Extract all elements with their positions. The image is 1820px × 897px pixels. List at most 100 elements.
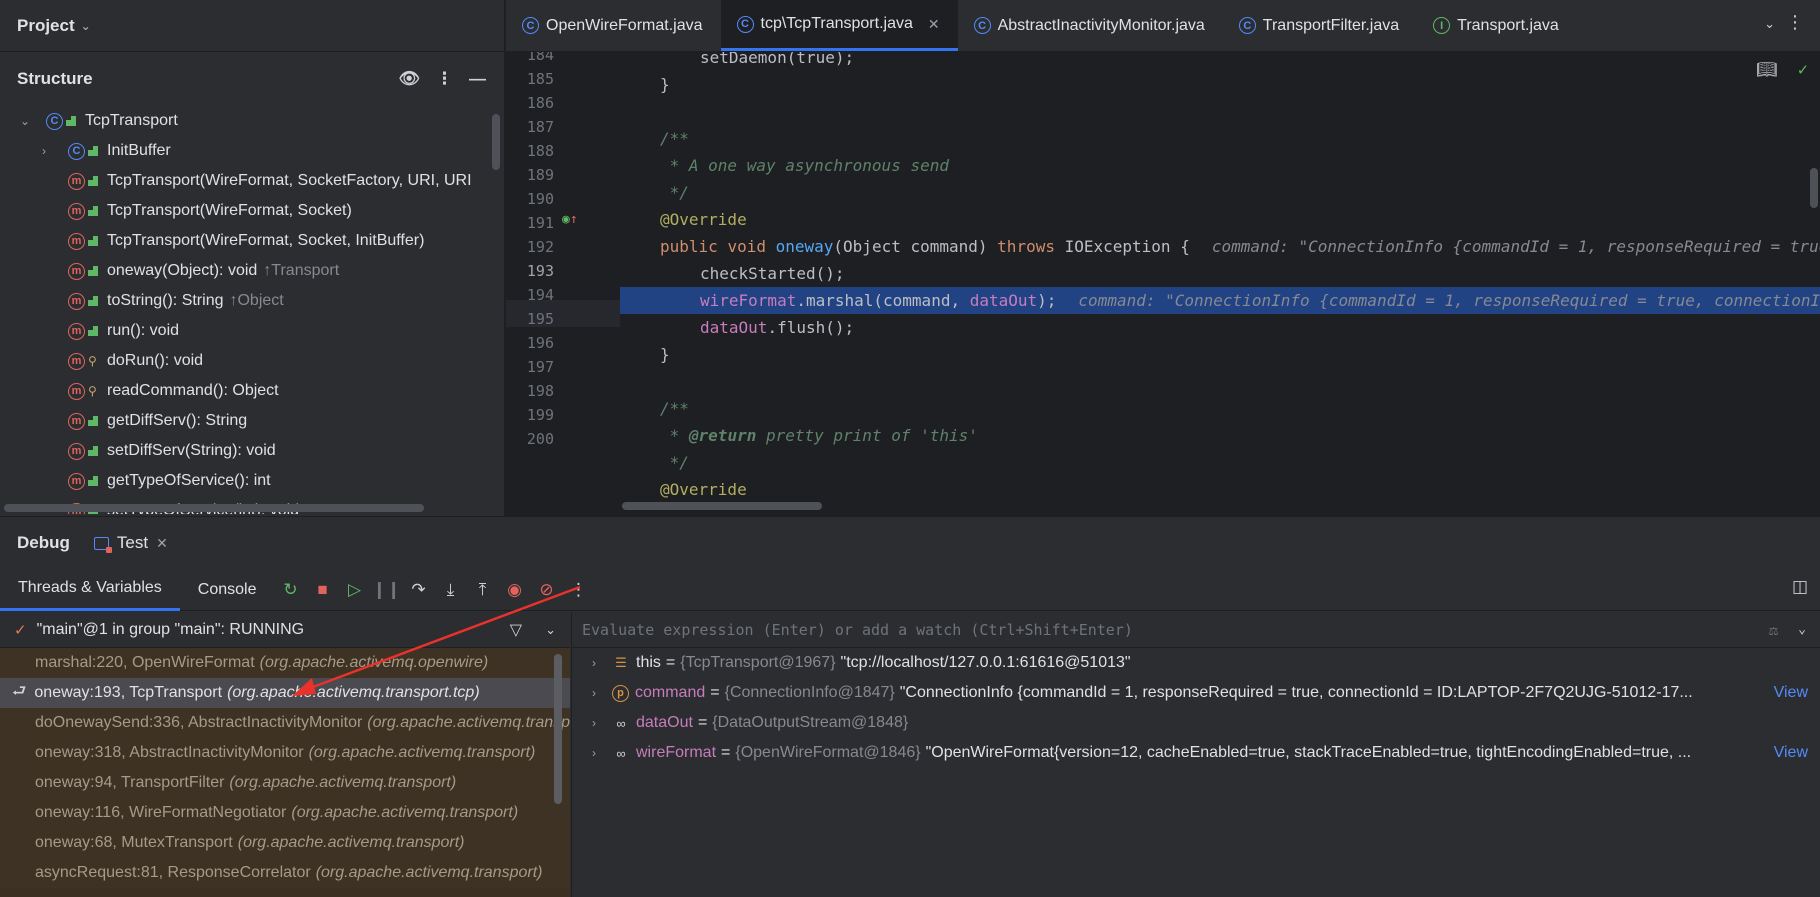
tree-item-method[interactable]: m TcpTransport(WireFormat, SocketFactory… bbox=[0, 166, 504, 196]
left-tool-pane: Project ⌄ Structure 👁︎ ⋮ — ⌄ C TcpTransp… bbox=[0, 0, 505, 516]
view-link[interactable]: View bbox=[1769, 744, 1808, 762]
variable-row[interactable]: › p command = {ConnectionInfo@1847} "Con… bbox=[572, 678, 1820, 708]
tab-tcptransport[interactable]: C tcp\TcpTransport.java ✕ bbox=[720, 0, 958, 51]
vertical-scrollbar[interactable] bbox=[492, 114, 500, 170]
tree-item-method[interactable]: m ⚲ doRun(): void bbox=[0, 346, 504, 376]
chevron-down-icon[interactable]: ⌄ bbox=[20, 114, 34, 128]
public-icon bbox=[88, 266, 98, 276]
more-vertical-icon[interactable]: ⋮ bbox=[436, 69, 453, 89]
chevron-right-icon[interactable]: › bbox=[592, 686, 612, 700]
public-icon bbox=[88, 326, 98, 336]
stack-frame[interactable]: doOnewaySend:336, AbstractInactivityMoni… bbox=[0, 708, 570, 738]
tab-console[interactable]: Console bbox=[180, 569, 275, 611]
tree-item-method[interactable]: m getTypeOfService(): int bbox=[0, 466, 504, 496]
resume-icon[interactable]: ▷ bbox=[338, 574, 370, 606]
implements-method-icon[interactable]: ◉↑ bbox=[562, 212, 578, 227]
layout-settings-icon[interactable]: ◫ bbox=[1792, 577, 1808, 597]
variable-type: {TcpTransport@1967} bbox=[680, 654, 836, 671]
stack-frame-current[interactable]: ⮐ oneway:193, TcpTransport (org.apache.act… bbox=[0, 678, 570, 708]
chevron-down-icon[interactable]: ⌄ bbox=[1764, 16, 1775, 32]
eye-icon[interactable]: 👁︎ bbox=[398, 69, 420, 89]
code-keyword: throws bbox=[997, 237, 1055, 256]
pause-icon[interactable]: ❙❙ bbox=[370, 574, 402, 606]
chevron-down-icon[interactable]: ⌄ bbox=[1798, 622, 1806, 637]
stack-frame[interactable]: asyncRequest:81, ResponseCorrelator (org.… bbox=[0, 858, 570, 888]
frame-package: (org.apache.activemq.transport) bbox=[315, 864, 543, 881]
stack-frame[interactable]: oneway:318, AbstractInactivityMonitor (or… bbox=[0, 738, 570, 768]
frame-package: (org.apache.activemq.transport) bbox=[237, 834, 465, 851]
code-field: wireFormat bbox=[700, 291, 797, 310]
line-number: 191 bbox=[526, 214, 554, 232]
chevron-down-icon[interactable]: ⌄ bbox=[545, 622, 556, 638]
variable-type: {DataOutputStream@1848} bbox=[712, 714, 909, 731]
tree-item-class[interactable]: › C InitBuffer bbox=[0, 136, 504, 166]
chevron-right-icon[interactable]: › bbox=[592, 746, 612, 760]
close-icon[interactable]: ✕ bbox=[928, 16, 940, 33]
minimize-icon[interactable]: — bbox=[469, 69, 486, 89]
step-over-icon[interactable]: ↷ bbox=[402, 574, 434, 606]
rerun-icon[interactable]: ↻ bbox=[274, 574, 306, 606]
vertical-scrollbar[interactable] bbox=[554, 654, 562, 804]
code-text: .marshal(command, bbox=[796, 291, 970, 310]
code-area[interactable]: 📖︎ ✓ 184 185 186 187 188 189 190 191 192… bbox=[506, 52, 1820, 516]
code-line: setDaemon(true); bbox=[620, 52, 1820, 71]
step-into-icon[interactable]: ⤓ bbox=[434, 574, 466, 606]
tree-item-method[interactable]: m TcpTransport(WireFormat, Socket) bbox=[0, 196, 504, 226]
tree-item-method[interactable]: m oneway(Object): void ↑Transport bbox=[0, 256, 504, 286]
line-number: 184 bbox=[526, 52, 554, 64]
stack-frame[interactable]: oneway:94, TransportFilter (org.apache.ac… bbox=[0, 768, 570, 798]
tree-item-method[interactable]: m toString(): String ↑Object bbox=[0, 286, 504, 316]
variable-type: {OpenWireFormat@1846} bbox=[735, 744, 921, 761]
code-text: setDaemon(true); bbox=[700, 52, 855, 67]
tree-item-method[interactable]: m setDiffServ(String): void bbox=[0, 436, 504, 466]
mute-breakpoints-icon[interactable]: ⊘ bbox=[530, 574, 562, 606]
line-number: 199 bbox=[526, 406, 554, 424]
checkmark-icon[interactable]: ✓ bbox=[1798, 60, 1808, 80]
vertical-scrollbar[interactable] bbox=[1810, 168, 1818, 208]
run-config-tab[interactable]: Test ✕ bbox=[93, 533, 168, 553]
tab-transportfilter[interactable]: C TransportFilter.java bbox=[1223, 0, 1417, 51]
filter-icon[interactable]: ▽ bbox=[510, 620, 522, 640]
tree-item-method[interactable]: m ⚲ readCommand(): Object bbox=[0, 376, 504, 406]
variable-type: {ConnectionInfo@1847} bbox=[724, 684, 895, 701]
close-icon[interactable]: ✕ bbox=[156, 535, 168, 552]
more-vertical-icon[interactable]: ⋮ bbox=[1786, 12, 1804, 33]
tree-item-method[interactable]: m TcpTransport(WireFormat, Socket, InitB… bbox=[0, 226, 504, 256]
view-breakpoints-icon[interactable]: ◉ bbox=[498, 574, 530, 606]
tab-transport[interactable]: I Transport.java bbox=[1417, 0, 1577, 51]
variable-row[interactable]: › ∞ dataOut = {DataOutputStream@1848} bbox=[572, 708, 1820, 738]
chevron-right-icon[interactable]: › bbox=[42, 144, 56, 158]
tab-openwireformat[interactable]: C OpenWireFormat.java bbox=[506, 0, 721, 51]
tree-item-method[interactable]: m getDiffServ(): String bbox=[0, 406, 504, 436]
tree-item-label: doRun(): void bbox=[107, 352, 204, 369]
evaluate-expression-input[interactable]: Evaluate expression (Enter) or add a wat… bbox=[572, 612, 1820, 648]
horizontal-scrollbar[interactable] bbox=[4, 504, 424, 512]
variable-name: this bbox=[636, 654, 661, 671]
stack-frame[interactable]: oneway:116, WireFormatNegotiator (org.apa… bbox=[0, 798, 570, 828]
public-icon bbox=[88, 206, 98, 216]
variable-row[interactable]: › ☰ this = {TcpTransport@1967} "tcp://lo… bbox=[572, 648, 1820, 678]
chevron-right-icon[interactable]: › bbox=[592, 716, 612, 730]
view-link[interactable]: View bbox=[1769, 684, 1808, 702]
line-number: 193 bbox=[526, 262, 554, 280]
horizontal-scrollbar[interactable] bbox=[622, 502, 822, 510]
tree-item-method[interactable]: m run(): void bbox=[0, 316, 504, 346]
thread-selector[interactable]: ✓ "main"@1 in group "main": RUNNING ▽ ⌄ bbox=[0, 612, 570, 648]
tab-threads-variables[interactable]: Threads & Variables bbox=[0, 569, 180, 611]
tab-label: TransportFilter.java bbox=[1262, 16, 1400, 34]
stop-icon[interactable]: ■ bbox=[306, 574, 338, 606]
method-icon: m bbox=[68, 322, 85, 340]
method-icon: m bbox=[68, 232, 85, 250]
tab-abstractinactivitymonitor[interactable]: C AbstractInactivityMonitor.java bbox=[958, 0, 1223, 51]
class-icon: C bbox=[1238, 17, 1256, 34]
project-selector[interactable]: Project ⌄ bbox=[0, 0, 504, 52]
step-out-icon[interactable]: ⤒ bbox=[466, 574, 498, 606]
stack-frame[interactable]: marshal:220, OpenWireFormat (org.apache.a… bbox=[0, 648, 570, 678]
stack-frame[interactable]: oneway:68, MutexTransport (org.apache.act… bbox=[0, 828, 570, 858]
reader-mode-icon[interactable]: 📖︎ bbox=[1756, 60, 1778, 80]
variable-row[interactable]: › ∞ wireFormat = {OpenWireFormat@1846} "… bbox=[572, 738, 1820, 768]
add-watch-icon[interactable]: ⚖ bbox=[1769, 621, 1778, 639]
chevron-right-icon[interactable]: › bbox=[592, 656, 612, 670]
more-vertical-icon[interactable]: ⋮ bbox=[562, 574, 594, 606]
tree-item-class[interactable]: ⌄ C TcpTransport bbox=[0, 106, 504, 136]
